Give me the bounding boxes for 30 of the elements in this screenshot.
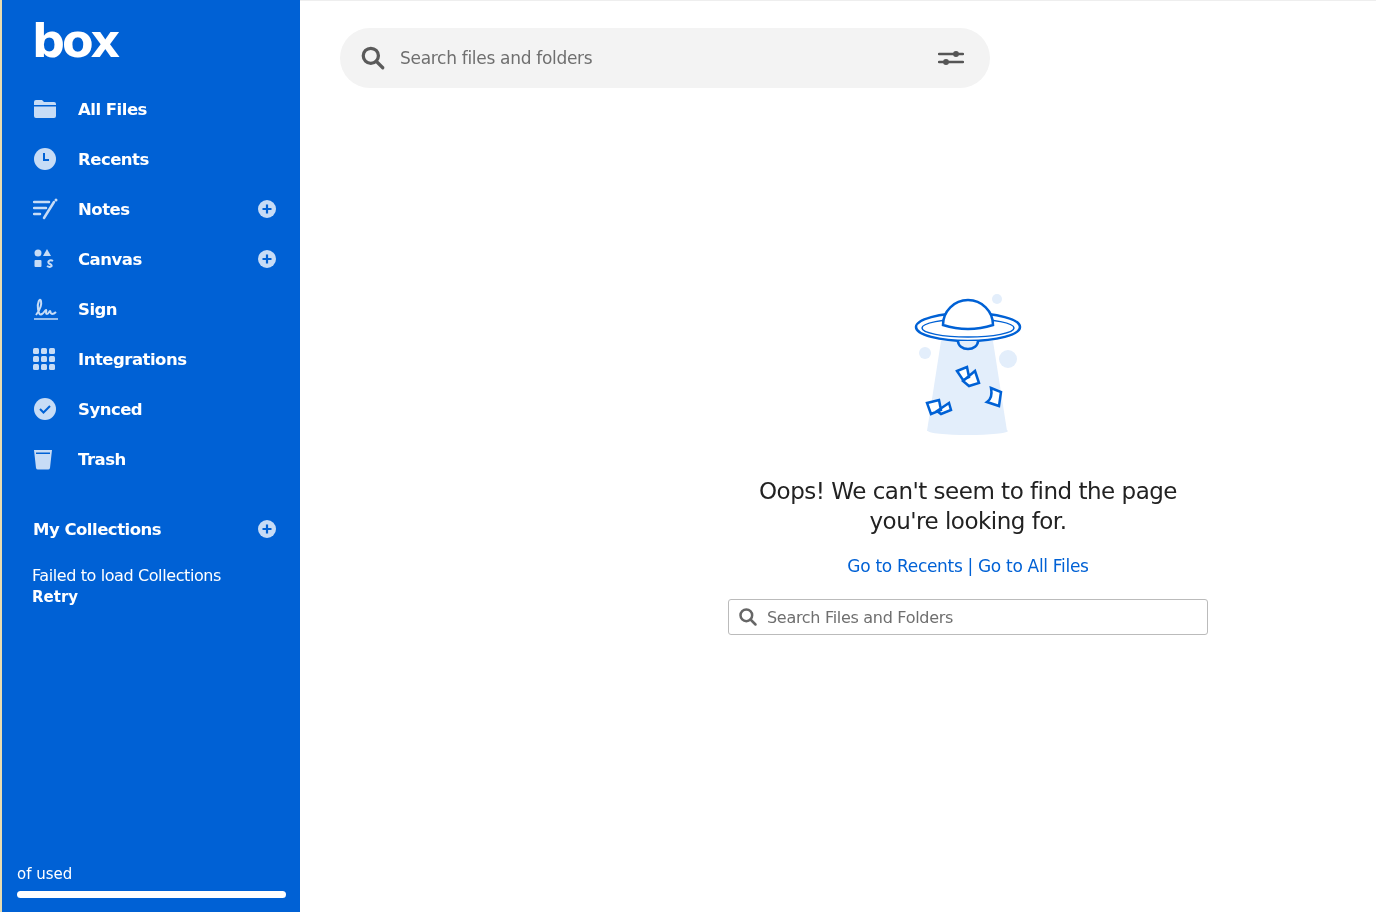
sidebar-item[interactable]: Synced	[78, 399, 276, 419]
sidebar-item[interactable]: Canvas	[78, 249, 258, 269]
section-heading: My Collections	[33, 519, 163, 539]
logo[interactable]: box	[32, 18, 118, 64]
add-icon[interactable]	[258, 520, 276, 538]
sidebar-item[interactable]: Sign	[78, 299, 276, 319]
link-separator: |	[967, 556, 973, 576]
folder-icon	[33, 99, 57, 119]
sidebar-item[interactable]: Recents	[78, 149, 276, 169]
storage-label: of used	[17, 865, 74, 883]
checkmark-circle-icon	[33, 397, 57, 421]
error-message: Oops! We can't seem to find the page you're looking for.	[758, 477, 1178, 536]
add-icon[interactable]	[258, 200, 276, 218]
nav-link[interactable]: Go to Recents	[847, 556, 963, 576]
trash-bin-icon	[33, 448, 53, 470]
retry-link[interactable]: Retry	[32, 588, 79, 606]
signature-icon	[33, 297, 59, 321]
sidebar-item[interactable]: Integrations	[78, 349, 276, 369]
sidebar-item[interactable]: All Files	[78, 99, 276, 119]
grid-icon	[33, 348, 55, 370]
search-field[interactable]: Search Files and Folders	[728, 599, 1208, 635]
filter-sliders-icon[interactable]	[938, 50, 964, 66]
nav-link[interactable]: Go to All Files	[977, 556, 1089, 576]
sidebar-item[interactable]: Notes	[78, 199, 258, 219]
search-field[interactable]: Search files and folders	[340, 28, 990, 88]
pen-lines-icon	[33, 198, 59, 220]
clock-icon	[33, 147, 57, 171]
add-icon[interactable]	[258, 250, 276, 268]
error-message: Failed to load Collections	[31, 565, 223, 585]
sidebar-item[interactable]: Trash	[78, 449, 276, 469]
